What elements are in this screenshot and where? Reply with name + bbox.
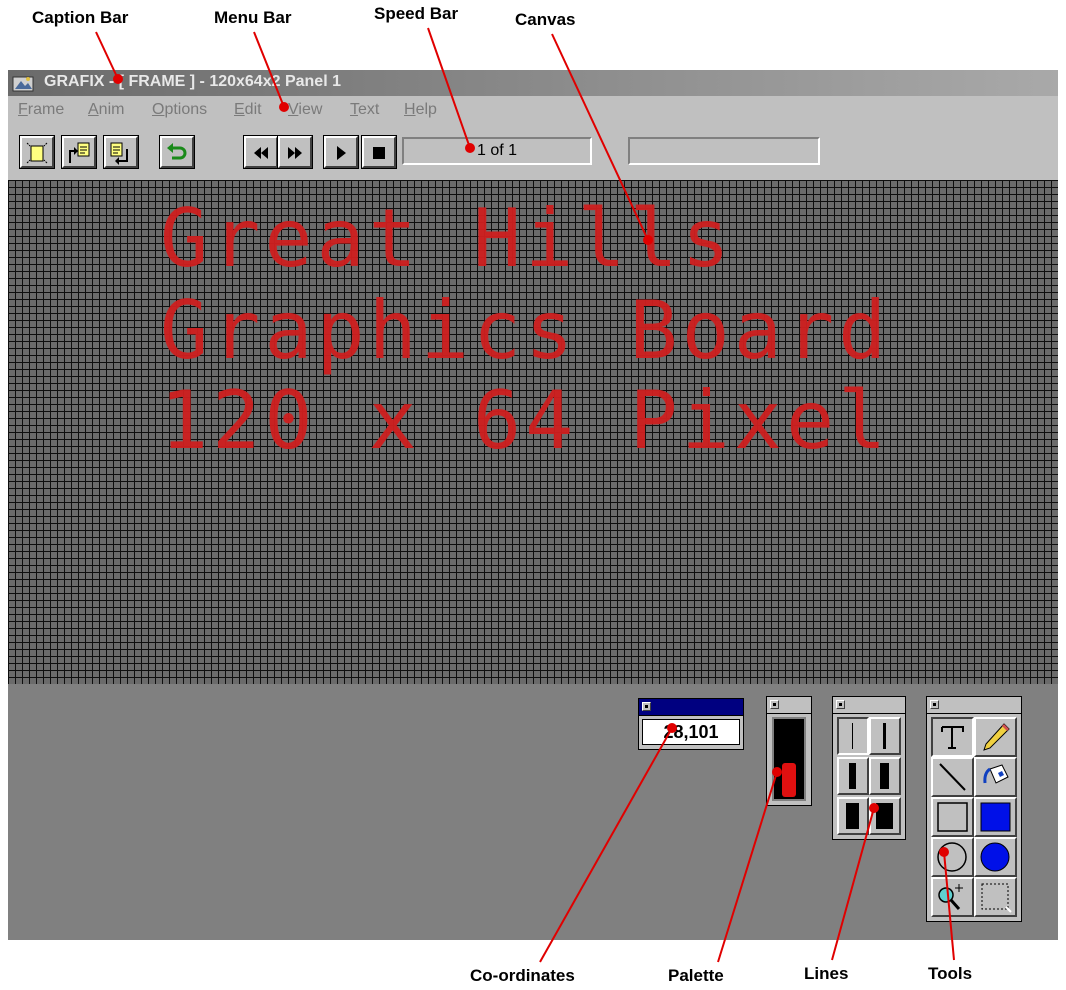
filled-ellipse-icon — [980, 842, 1010, 872]
control-menu-icon[interactable] — [930, 700, 939, 709]
filled-rectangle-icon — [980, 802, 1011, 832]
rewind-icon — [254, 147, 268, 159]
paste-frame-button[interactable] — [103, 135, 139, 169]
filled-rectangle-button[interactable] — [974, 797, 1017, 837]
control-menu-icon[interactable] — [836, 700, 845, 709]
menu-anim[interactable]: Anim — [88, 101, 124, 119]
tools-caption[interactable] — [927, 697, 1021, 714]
annotation-speed-bar: Speed Bar — [374, 4, 459, 23]
copy-frame-icon — [69, 142, 90, 163]
fast-forward-icon — [288, 147, 302, 159]
app-icon — [12, 76, 34, 92]
palette-window[interactable] — [766, 696, 812, 806]
stop-icon — [373, 147, 385, 159]
menu-options[interactable]: Options — [152, 101, 207, 119]
tools-window[interactable] — [926, 696, 1022, 922]
palette-swatch-area[interactable] — [772, 717, 806, 801]
menu-text[interactable]: Text — [350, 101, 379, 119]
line-tool-icon — [939, 763, 966, 791]
selection-icon — [981, 883, 1012, 913]
caption-bar[interactable]: GRAFIX - [ FRAME ] - 120x64x2 Panel 1 — [8, 70, 1058, 96]
pencil-button[interactable] — [974, 717, 1017, 757]
control-menu-icon[interactable] — [770, 700, 779, 709]
new-frame-button[interactable] — [19, 135, 55, 169]
zoom-icon — [938, 884, 963, 910]
canvas-text-line-1: Great Hills — [160, 192, 734, 285]
menu-bar: Frame Anim Options Edit View Text Help — [8, 98, 1058, 122]
line-width-5-button[interactable] — [837, 797, 869, 835]
line-width-4-button[interactable] — [869, 757, 901, 795]
undo-icon — [167, 143, 187, 160]
ellipse-icon — [937, 842, 967, 872]
fast-forward-button[interactable] — [277, 135, 313, 169]
application-window: GRAFIX - [ FRAME ] - 120x64x2 Panel 1 Fr… — [8, 70, 1058, 940]
heavy-line-icon — [846, 803, 859, 829]
menu-frame[interactable]: Frame — [18, 101, 64, 119]
workspace: 28,101 — [8, 684, 1058, 940]
paste-frame-icon — [110, 142, 128, 165]
menu-view[interactable]: View — [288, 101, 322, 119]
line-width-2-button[interactable] — [869, 717, 901, 755]
stop-button[interactable] — [361, 135, 397, 169]
text-tool-button[interactable] — [931, 717, 974, 757]
fill-bucket-icon — [983, 764, 1009, 784]
text-tool-icon — [941, 726, 964, 749]
zoom-button[interactable] — [931, 877, 974, 917]
undo-button[interactable] — [159, 135, 195, 169]
play-button[interactable] — [323, 135, 359, 169]
thick-line-icon — [849, 763, 856, 789]
heaviest-line-icon — [876, 803, 893, 829]
speed-bar: 1 of 1 — [8, 124, 1058, 174]
coordinates-caption[interactable] — [639, 699, 743, 716]
palette-caption[interactable] — [767, 697, 811, 714]
annotation-lines: Lines — [804, 964, 849, 983]
annotation-palette: Palette — [668, 966, 724, 985]
annotation-coordinates: Co-ordinates — [470, 966, 575, 985]
line-width-6-button[interactable] — [869, 797, 901, 835]
status-field — [628, 137, 820, 165]
current-color-swatch[interactable] — [782, 763, 796, 797]
coordinates-readout: 28,101 — [642, 719, 740, 745]
fill-bucket-button[interactable] — [974, 757, 1017, 797]
canvas[interactable]: Great Hills Graphics Board 120 x 64 Pixe… — [8, 180, 1058, 684]
line-width-3-button[interactable] — [837, 757, 869, 795]
line-width-1-button[interactable] — [837, 717, 869, 755]
lines-window[interactable] — [832, 696, 906, 840]
canvas-text-line-2: Graphics Board — [160, 284, 891, 377]
coordinates-window[interactable]: 28,101 — [638, 698, 744, 750]
annotation-menu-bar: Menu Bar — [214, 8, 292, 27]
filled-ellipse-button[interactable] — [974, 837, 1017, 877]
menu-help[interactable]: Help — [404, 101, 437, 119]
window-title: GRAFIX - [ FRAME ] - 120x64x2 Panel 1 — [44, 73, 341, 90]
line-tool-button[interactable] — [931, 757, 974, 797]
annotation-canvas: Canvas — [515, 10, 576, 29]
play-icon — [337, 146, 346, 160]
rewind-button[interactable] — [243, 135, 279, 169]
annotation-caption-bar: Caption Bar — [32, 8, 129, 27]
lines-caption[interactable] — [833, 697, 905, 714]
thin-line-icon — [852, 723, 853, 749]
ellipse-button[interactable] — [931, 837, 974, 877]
control-menu-icon[interactable] — [642, 702, 651, 711]
new-frame-icon — [26, 142, 48, 164]
rectangle-icon — [937, 802, 968, 832]
selection-button[interactable] — [974, 877, 1017, 917]
copy-frame-button[interactable] — [61, 135, 97, 169]
canvas-text-line-3: 120 x 64 Pixel — [160, 374, 891, 467]
thicker-line-icon — [880, 763, 889, 789]
frame-counter: 1 of 1 — [402, 137, 592, 165]
medium-line-icon — [883, 723, 886, 749]
menu-edit[interactable]: Edit — [234, 101, 262, 119]
pencil-icon — [983, 723, 1010, 751]
rectangle-button[interactable] — [931, 797, 974, 837]
annotation-tools: Tools — [928, 964, 973, 983]
